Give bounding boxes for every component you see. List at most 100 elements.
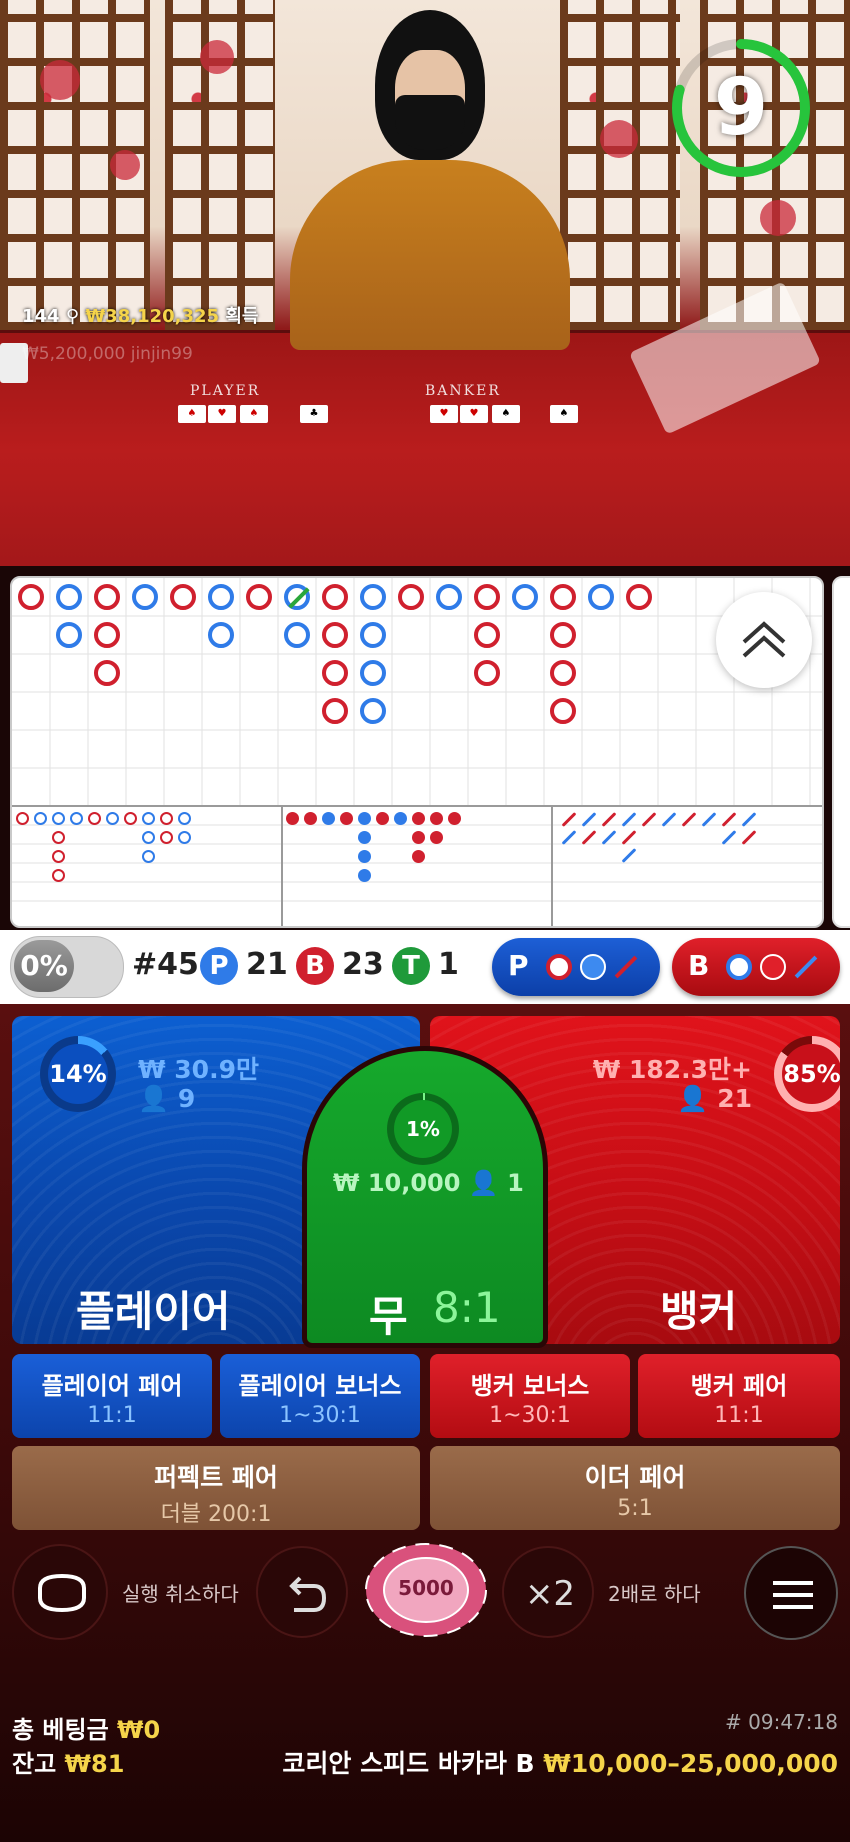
road-banker xyxy=(94,660,120,686)
player-bonus-bet[interactable]: 플레이어 보너스 1~30:1 xyxy=(220,1354,420,1438)
road-banker xyxy=(626,584,652,610)
double-button[interactable]: ×2 xyxy=(502,1546,594,1638)
table-name: 코리안 스피드 바카라 B xyxy=(282,1749,535,1778)
either-pair-title: 이더 페어 xyxy=(584,1463,686,1492)
banker-predict-button[interactable]: B xyxy=(672,938,840,996)
player-bettor-count-value: 9 xyxy=(177,1084,196,1113)
banker-count: 23 xyxy=(342,947,384,982)
bead-mark xyxy=(304,812,317,825)
either-pair-bet[interactable]: 이더 페어 5:1 xyxy=(430,1446,840,1530)
road-banker xyxy=(474,660,500,686)
player-predict-button[interactable]: P xyxy=(492,938,660,996)
banker-pair-bet[interactable]: 뱅커 페어 11:1 xyxy=(638,1354,840,1438)
round-number: #45 xyxy=(132,947,199,982)
small-road-mark xyxy=(124,812,137,825)
tie-bet-zone[interactable]: 1% ₩ 10,000 👤 1 무 8:1 xyxy=(302,1046,548,1348)
double-label: 2배로 하다 xyxy=(608,1582,701,1606)
blue-dot-icon xyxy=(580,954,606,980)
blossom xyxy=(40,60,80,100)
bead-mark xyxy=(322,812,335,825)
player-bonus-odds: 1~30:1 xyxy=(279,1403,361,1428)
dealer-mask xyxy=(395,95,465,150)
card: ♠ xyxy=(178,405,206,423)
road-player xyxy=(588,584,614,610)
predict-banker-label: B xyxy=(688,949,710,982)
blossom xyxy=(110,150,140,180)
card: ♥ xyxy=(208,405,236,423)
road-player xyxy=(56,584,82,610)
banker-bet-label: 뱅커 xyxy=(660,1287,738,1336)
balance: 잔고 ₩81 xyxy=(12,1744,124,1779)
road-banker xyxy=(550,698,576,724)
road-player xyxy=(436,584,462,610)
winner-summary: 144 ⚲ ₩38,120,325 획득 xyxy=(22,302,258,328)
player-pair-odds: 11:1 xyxy=(87,1403,137,1428)
road-player xyxy=(56,622,82,648)
banker-percent-gauge: 85% xyxy=(774,1036,840,1112)
small-road-mark xyxy=(106,812,119,825)
bead-mark xyxy=(394,812,407,825)
felt-banker-label: BANKER xyxy=(425,383,501,399)
banker-percent: 85% xyxy=(782,1044,840,1104)
road-player xyxy=(512,584,538,610)
road-player xyxy=(284,622,310,648)
road-banker xyxy=(18,584,44,610)
card: ♥ xyxy=(460,405,488,423)
banker-pair-title: 뱅커 페어 xyxy=(690,1372,788,1400)
small-road-mark xyxy=(178,812,191,825)
percent-toggle[interactable]: 0% xyxy=(10,936,124,998)
blossom xyxy=(760,200,796,236)
bead-mark xyxy=(358,869,371,882)
table-view-button[interactable] xyxy=(12,1544,108,1640)
bead-mark xyxy=(358,831,371,844)
road-player xyxy=(132,584,158,610)
blossom xyxy=(600,120,638,158)
red-slash-icon xyxy=(614,955,638,979)
road-player xyxy=(360,660,386,686)
bead-mark xyxy=(430,812,443,825)
bead-mark xyxy=(448,812,461,825)
bead-mark xyxy=(430,831,443,844)
bead-mark xyxy=(358,812,371,825)
live-video: PLAYER BANKER ♠ ♥ ♠ ♣ ♥ ♥ ♠ ♠ 144 ⚲ ₩38,… xyxy=(0,0,850,566)
red-ring-icon xyxy=(546,954,572,980)
banker-bettor-count: 👤 21 xyxy=(677,1084,752,1114)
banker-bonus-title: 뱅커 보너스 xyxy=(470,1372,590,1400)
road-banker xyxy=(94,584,120,610)
road-banker xyxy=(322,698,348,724)
small-road-mark xyxy=(142,850,155,863)
small-road-mark xyxy=(160,812,173,825)
player-pair-bet[interactable]: 플레이어 페어 11:1 xyxy=(12,1354,212,1438)
total-bet: 총 베팅금 ₩0 xyxy=(12,1710,160,1745)
card: ♣ xyxy=(300,405,328,423)
tie-percent-gauge: 1% xyxy=(387,1093,459,1165)
chip-value: 5000 xyxy=(398,1576,454,1600)
perfect-pair-title: 퍼펙트 페어 xyxy=(154,1463,278,1492)
menu-button[interactable] xyxy=(744,1546,838,1640)
small-road-mark xyxy=(142,831,155,844)
player-bettor-count: 👤 9 xyxy=(138,1084,195,1114)
banker-bonus-odds: 1~30:1 xyxy=(489,1403,571,1428)
perfect-pair-bet[interactable]: 퍼펙트 페어 더블 200:1 xyxy=(12,1446,420,1530)
chip-selector[interactable]: 5000 xyxy=(364,1542,488,1638)
road-banker xyxy=(398,584,424,610)
small-road-mark xyxy=(178,831,191,844)
road-banker xyxy=(474,584,500,610)
blue-ring-icon xyxy=(726,954,752,980)
player-count: 21 xyxy=(246,947,288,982)
road-player xyxy=(360,584,386,610)
small-road-mark xyxy=(52,812,65,825)
collapse-roadmap-button[interactable] xyxy=(716,592,812,688)
bead-mark xyxy=(412,850,425,863)
banker-bonus-bet[interactable]: 뱅커 보너스 1~30:1 xyxy=(430,1354,630,1438)
small-road-mark xyxy=(88,812,101,825)
undo-button[interactable] xyxy=(256,1546,348,1638)
road-banker xyxy=(474,622,500,648)
small-road-mark xyxy=(34,812,47,825)
road-banker xyxy=(246,584,272,610)
tie-amount-value: ₩ 10,000 xyxy=(333,1169,461,1197)
small-road-mark xyxy=(52,831,65,844)
tie-total-amount: ₩ 10,000 👤 1 xyxy=(333,1169,524,1197)
small-road-mark xyxy=(52,869,65,882)
undo-label: 실행 취소하다 xyxy=(122,1582,239,1606)
